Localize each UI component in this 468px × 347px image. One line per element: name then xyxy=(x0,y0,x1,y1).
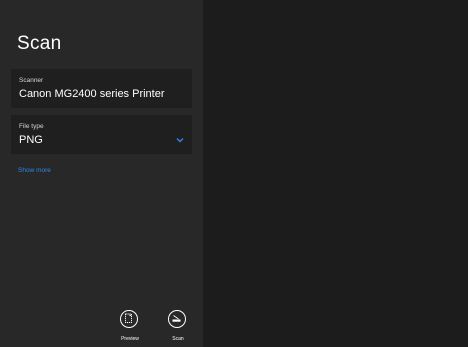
scanner-label: Scanner xyxy=(19,77,44,84)
scan-icon xyxy=(168,310,186,328)
show-more-link[interactable]: Show more xyxy=(18,167,51,174)
settings-pane: Scan Scanner Canon MG2400 series Printer… xyxy=(0,0,203,347)
file-type-dropdown[interactable]: File type PNG xyxy=(11,115,192,154)
scanner-value: Canon MG2400 series Printer xyxy=(19,88,165,100)
file-type-label: File type xyxy=(19,123,44,130)
scan-button[interactable]: Scan xyxy=(161,310,195,346)
page-title: Scan xyxy=(17,33,62,54)
preview-label: Preview xyxy=(121,336,139,342)
file-type-value: PNG xyxy=(19,134,43,146)
preview-icon xyxy=(120,310,138,328)
scanner-field: Scanner Canon MG2400 series Printer xyxy=(11,69,192,108)
preview-area xyxy=(203,0,468,347)
chevron-down-icon xyxy=(176,138,184,143)
scan-label: Scan xyxy=(172,336,184,342)
scan-app: Scan Scanner Canon MG2400 series Printer… xyxy=(0,0,468,347)
preview-button[interactable]: Preview xyxy=(113,310,147,346)
